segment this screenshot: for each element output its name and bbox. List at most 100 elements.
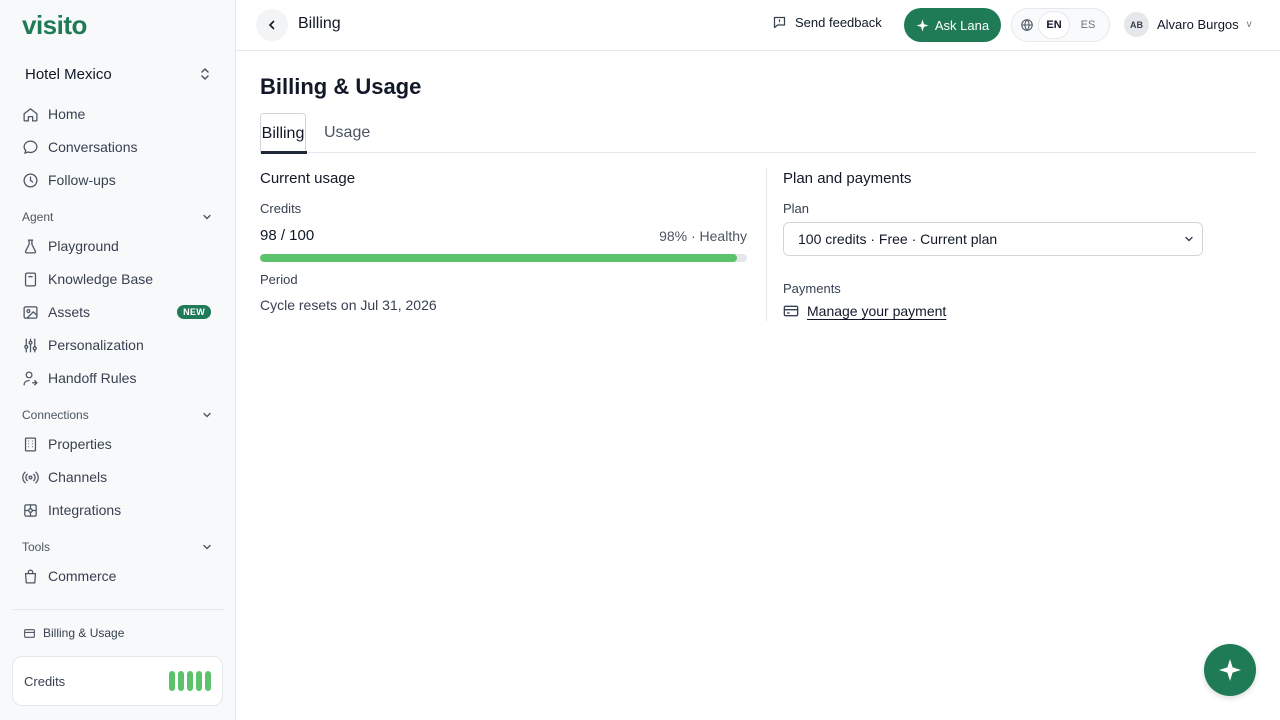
sidebar-item-label: Channels (48, 469, 108, 485)
send-feedback-button[interactable]: Send feedback (772, 15, 882, 30)
sidebar-item-label: Personalization (48, 337, 144, 353)
credit-bar (205, 671, 211, 691)
plan-payments-heading: Plan and payments (783, 170, 912, 187)
sidebar-item-label: Billing & Usage (43, 626, 125, 640)
credit-bar (178, 671, 184, 691)
sidebar-item-label: Home (48, 106, 86, 122)
sidebar-item-label: Conversations (48, 139, 138, 155)
chevron-down-icon (1185, 236, 1193, 242)
sidebar: visito Hotel Mexico Home Conversations F… (0, 0, 236, 720)
section-connections-toggle[interactable]: Connections (12, 405, 224, 425)
building-icon (22, 436, 39, 453)
chat-bubble-icon (22, 139, 39, 156)
sidebar-item-label: Integrations (48, 502, 122, 518)
section-label: Tools (22, 540, 51, 554)
section-label: Agent (22, 210, 54, 224)
language-switcher: EN ES (1011, 8, 1110, 42)
sidebar-item-properties[interactable]: Properties (12, 429, 224, 459)
plan-select[interactable]: 100 credits · Free · Current plan (783, 222, 1203, 256)
user-menu-caret: v (1246, 19, 1252, 30)
sidebar-item-personalization[interactable]: Personalization (12, 330, 224, 360)
home-icon (22, 106, 39, 123)
feedback-icon (773, 16, 786, 29)
sidebar-item-home[interactable]: Home (12, 99, 224, 129)
credit-bar (187, 671, 193, 691)
credits-level-indicator (169, 671, 211, 691)
new-badge: NEW (177, 305, 211, 319)
sidebar-item-commerce[interactable]: Commerce (12, 561, 224, 591)
back-button[interactable] (256, 9, 288, 41)
avatar: AB (1124, 12, 1149, 37)
sidebar-item-label: Follow-ups (48, 172, 116, 188)
send-feedback-label: Send feedback (795, 15, 882, 30)
section-agent-toggle[interactable]: Agent (12, 207, 224, 227)
credit-bar (196, 671, 202, 691)
manage-payment-link[interactable]: Manage your payment (783, 303, 946, 319)
sidebar-item-knowledge-base[interactable]: Knowledge Base (12, 264, 224, 294)
plan-select-value: 100 credits · Free · Current plan (798, 231, 998, 247)
current-usage-heading: Current usage (260, 170, 356, 187)
clock-icon (22, 172, 39, 189)
assistant-fab-button[interactable] (1204, 644, 1256, 696)
chevron-left-icon (268, 20, 275, 30)
sidebar-item-label: Handoff Rules (48, 370, 137, 386)
top-bar: Billing Send feedback Ask Lana EN ES AB … (236, 0, 1280, 51)
broadcast-icon (22, 469, 39, 486)
sidebar-item-assets[interactable]: Assets NEW (12, 297, 224, 327)
chevron-up-down-icon (201, 68, 209, 80)
sparkle-icon (1219, 659, 1241, 681)
credits-progress-fill (260, 254, 738, 262)
section-label: Connections (22, 408, 89, 422)
credits-status: 98% · Healthy (659, 228, 747, 244)
sidebar-item-label: Properties (48, 436, 112, 452)
puzzle-icon (22, 502, 39, 519)
chevron-down-icon (203, 544, 211, 550)
credits-progress-bar (260, 254, 747, 262)
credits-card-label: Credits (24, 673, 66, 689)
user-handoff-icon (22, 370, 39, 387)
sidebar-item-playground[interactable]: Playground (12, 231, 224, 261)
plan-label: Plan (783, 201, 810, 216)
tab-usage[interactable]: Usage (324, 113, 370, 153)
sidebar-item-billing-usage[interactable]: Billing & Usage (12, 623, 124, 643)
sidebar-item-label: Commerce (48, 568, 117, 584)
ask-lana-label: Ask Lana (934, 17, 990, 33)
page-title: Billing & Usage (260, 74, 422, 99)
section-tools-toggle[interactable]: Tools (12, 537, 224, 557)
sidebar-item-integrations[interactable]: Integrations (12, 495, 224, 525)
sparkle-icon (916, 19, 929, 31)
sliders-icon (22, 337, 39, 354)
chevron-down-icon (203, 412, 211, 418)
visito-logo[interactable]: visito (22, 10, 87, 41)
sidebar-item-label: Playground (48, 238, 119, 254)
credits-count: 98 / 100 (260, 227, 315, 244)
sidebar-item-label: Knowledge Base (48, 271, 154, 287)
credit-card-icon (24, 628, 35, 638)
globe-icon (1021, 19, 1033, 31)
manage-payment-label: Manage your payment (807, 303, 947, 319)
credits-card[interactable]: Credits (12, 656, 223, 706)
shopping-bag-icon (22, 568, 39, 585)
chevron-down-icon (203, 214, 211, 220)
tab-billing[interactable]: Billing (260, 113, 307, 154)
period-value: Cycle resets on Jul 31, 2026 (260, 297, 437, 313)
user-menu[interactable]: AB Alvaro Burgos v (1124, 12, 1252, 37)
sidebar-item-label: Assets (48, 304, 91, 320)
flask-icon (22, 238, 39, 255)
hotel-switcher[interactable]: Hotel Mexico (12, 58, 224, 90)
sidebar-item-follow-ups[interactable]: Follow-ups (12, 165, 224, 195)
user-name: Alvaro Burgos (1157, 17, 1239, 32)
ask-lana-button[interactable]: Ask Lana (904, 8, 1001, 42)
sidebar-item-handoff-rules[interactable]: Handoff Rules (12, 363, 224, 393)
language-en-button[interactable]: EN (1039, 12, 1069, 38)
tab-bar: Billing Usage (260, 113, 1256, 154)
language-es-button[interactable]: ES (1073, 12, 1103, 38)
sidebar-item-channels[interactable]: Channels (12, 462, 224, 492)
sidebar-divider (12, 609, 224, 610)
credit-card-icon (783, 305, 799, 317)
sidebar-item-conversations[interactable]: Conversations (12, 132, 224, 162)
credits-label: Credits (260, 201, 302, 216)
book-icon (22, 271, 39, 288)
credit-bar (169, 671, 175, 691)
hotel-name: Hotel Mexico (25, 65, 112, 83)
